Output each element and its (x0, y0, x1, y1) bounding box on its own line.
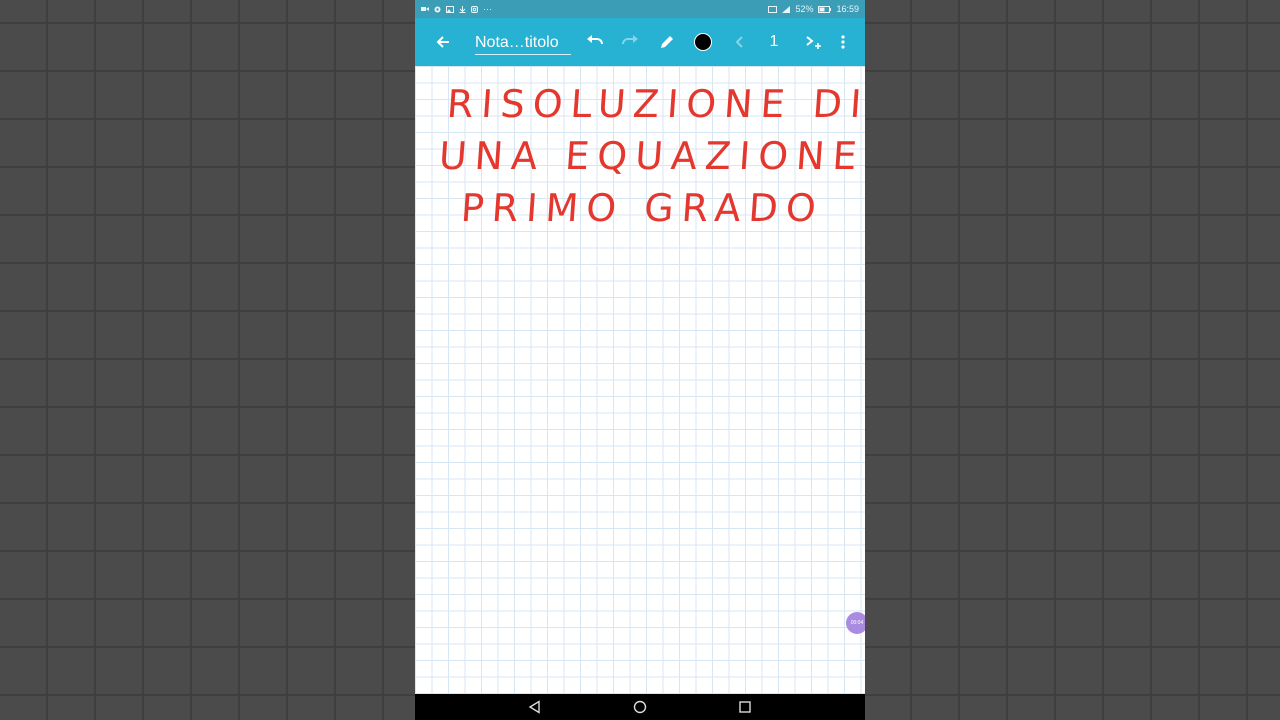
note-line-3: PRIMO GRADO (459, 186, 826, 230)
recents-icon[interactable] (738, 700, 752, 714)
handwritten-text: RISOLUZIONE DI UNA EQUAZIONE DI PRIMO GR… (415, 66, 865, 694)
redo-icon[interactable] (618, 30, 642, 54)
back-arrow-icon[interactable] (431, 30, 455, 54)
status-bar: ··· 52% 16:59 (415, 0, 865, 18)
color-swatch (694, 33, 712, 51)
download-icon (459, 5, 466, 13)
more-options-icon[interactable] (831, 30, 855, 54)
settings-icon (434, 6, 441, 13)
add-page-icon[interactable] (801, 30, 825, 54)
page-number: 1 (769, 33, 779, 50)
recording-bubble[interactable]: 00:04 (846, 612, 865, 634)
phone-screen: ··· 52% 16:59 Nota…titolo 1 RISOLUZIONE … (415, 0, 865, 720)
back-icon[interactable] (528, 700, 542, 714)
cast-icon (768, 5, 778, 13)
battery-icon (818, 5, 832, 13)
undo-icon[interactable] (583, 30, 607, 54)
note-title-field[interactable]: Nota…titolo (475, 32, 571, 55)
note-line-2: UNA EQUAZIONE DI (437, 134, 865, 178)
instagram-icon (471, 5, 478, 13)
note-line-1: RISOLUZIONE DI (445, 82, 865, 126)
clock: 16:59 (836, 4, 859, 14)
home-icon[interactable] (633, 700, 647, 714)
battery-percent: 52% (795, 4, 814, 14)
image-icon (446, 5, 454, 13)
more-notifications: ··· (483, 4, 492, 14)
pen-icon[interactable] (655, 30, 679, 54)
note-canvas[interactable]: RISOLUZIONE DI UNA EQUAZIONE DI PRIMO GR… (415, 66, 865, 694)
app-toolbar: Nota…titolo 1 (415, 18, 865, 66)
signal-icon (782, 5, 791, 13)
recording-icon (421, 6, 429, 12)
navigation-bar (415, 694, 865, 720)
previous-page-icon[interactable] (727, 30, 751, 54)
pen-color-picker[interactable] (691, 30, 715, 54)
